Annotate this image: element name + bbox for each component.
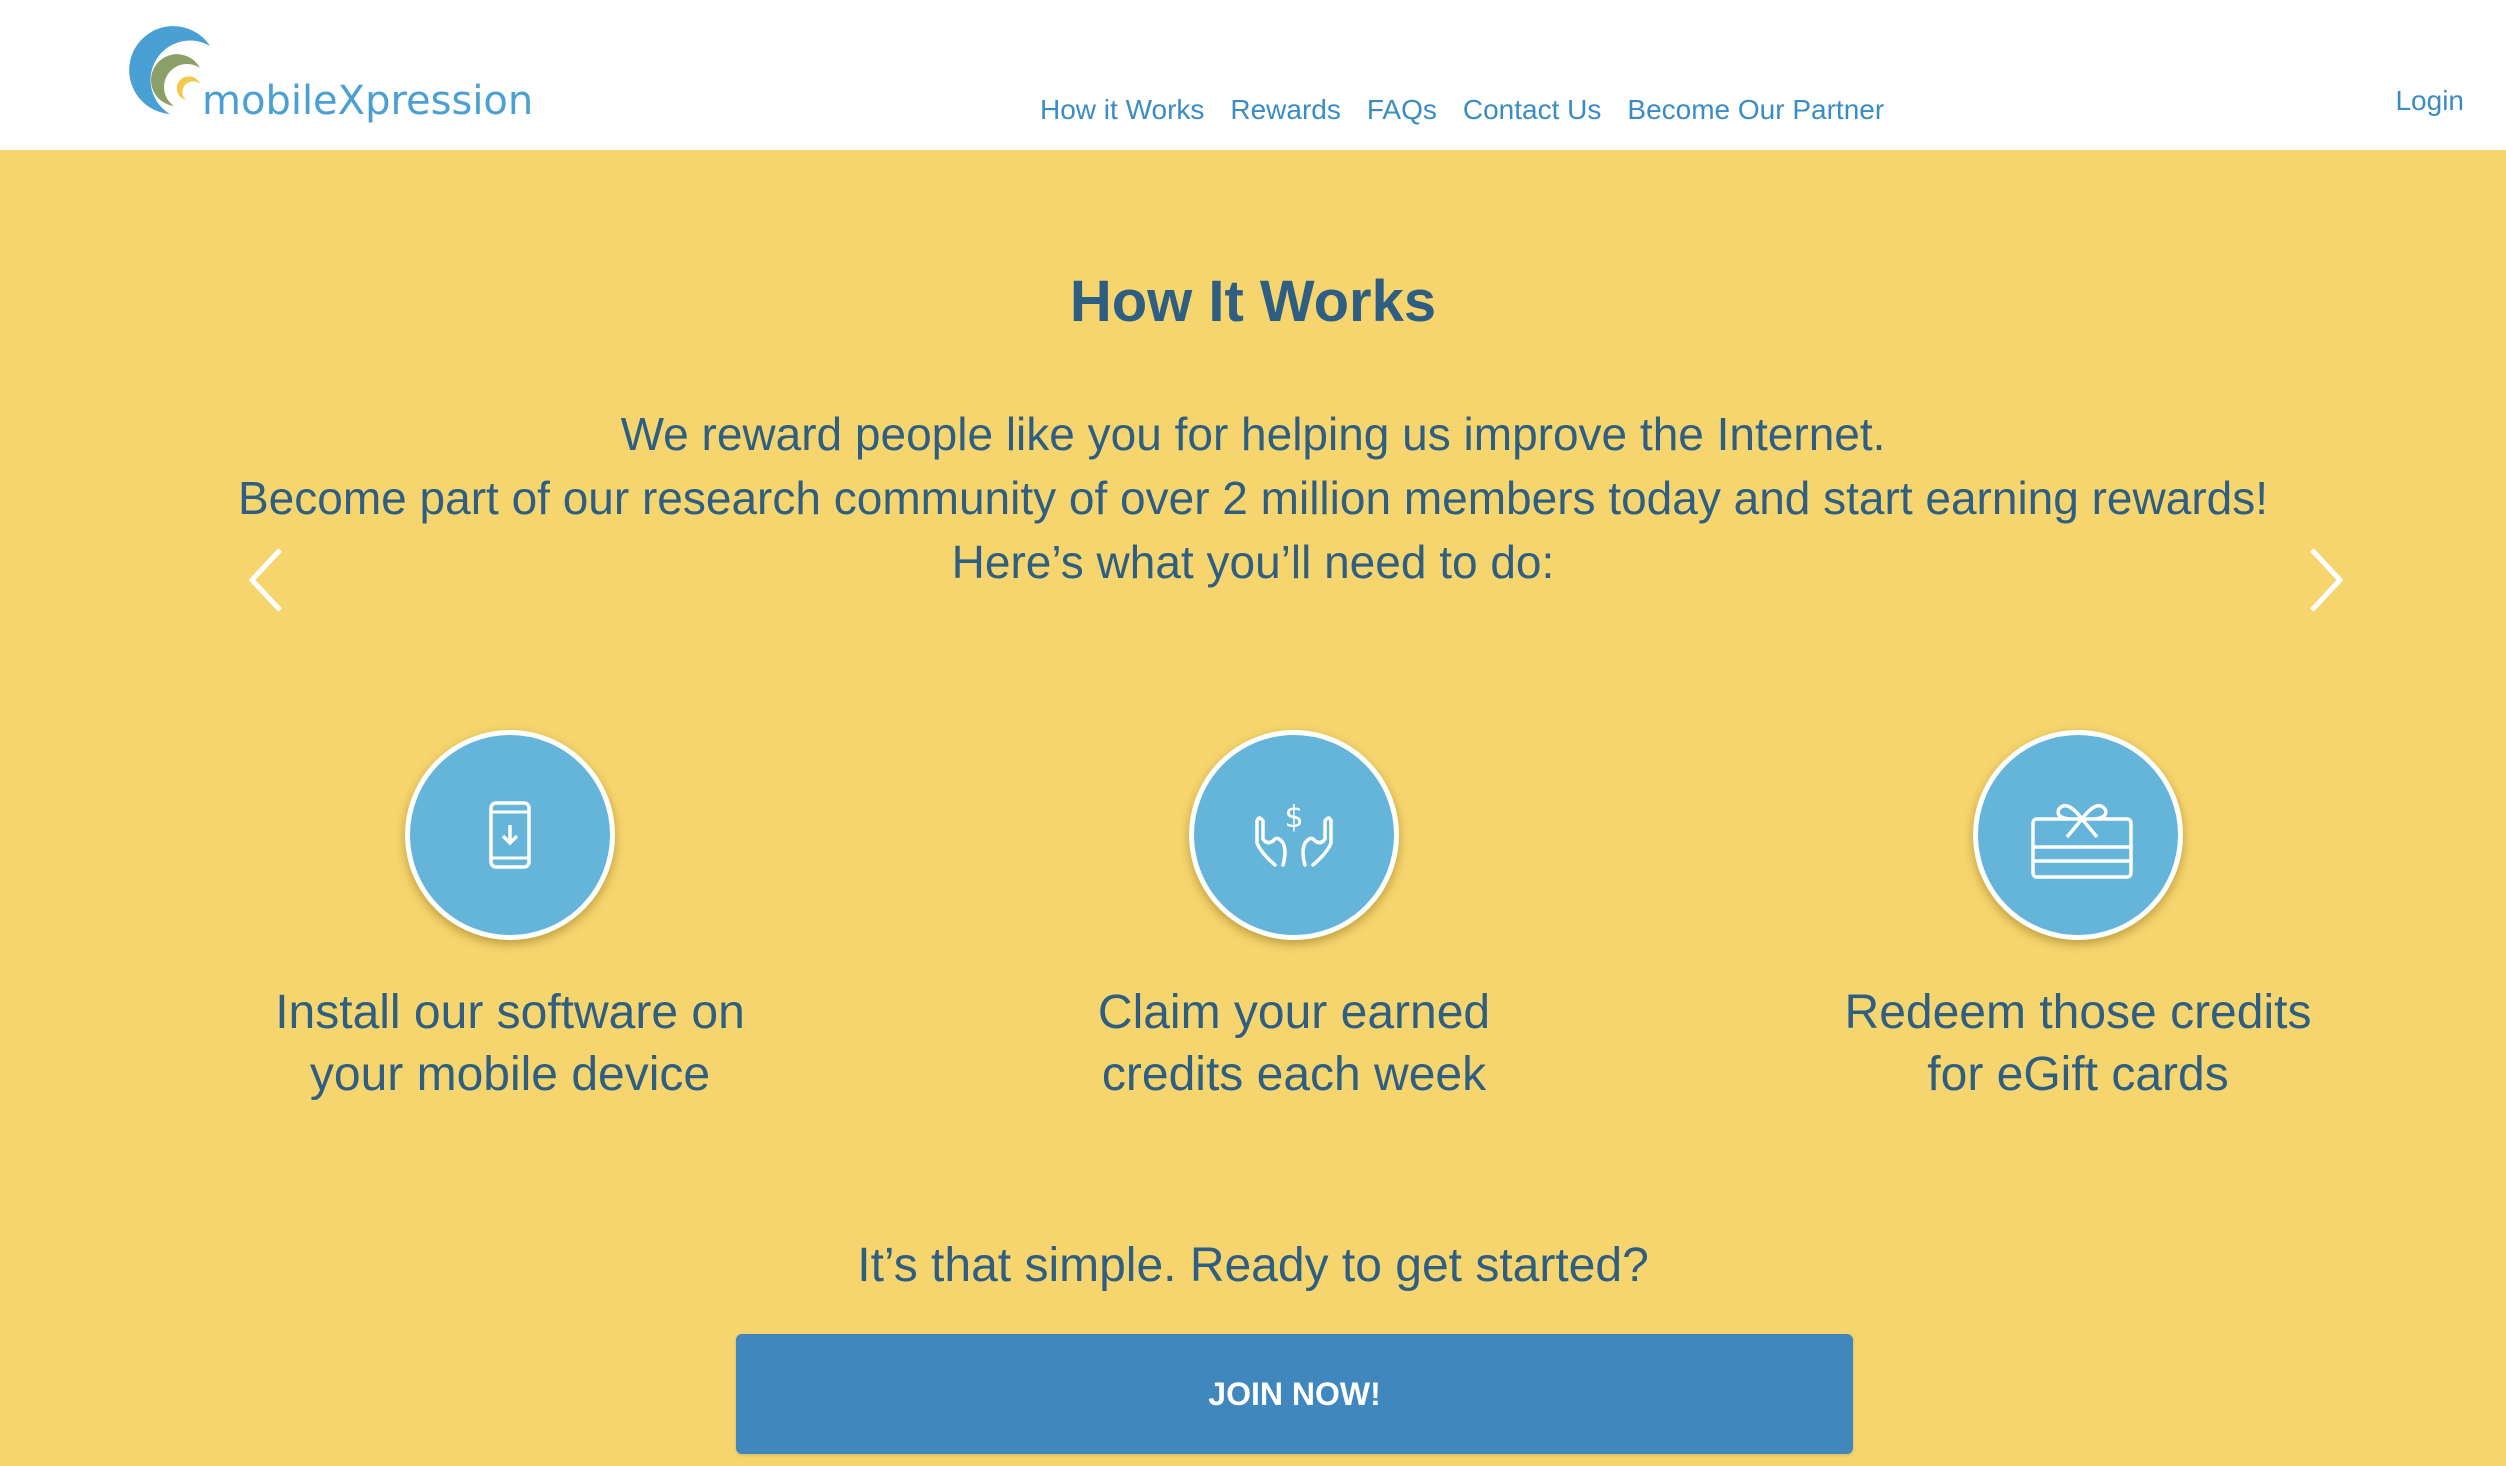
step-label-line: Claim your earned [1097,986,1491,1039]
carousel-next-button[interactable] [2300,545,2350,615]
nav-rewards[interactable]: Rewards [1230,94,1340,126]
carousel-prev-button[interactable] [242,545,292,615]
step-icon-circle [1973,730,2183,940]
step-label: Redeem those credits for eGift cards [1728,982,2428,1106]
hands-dollar-icon: $ [1255,800,1333,867]
intro-line: Become part of our research community of… [238,472,2268,524]
step-item: $ Claim your earned credits each week [944,730,1644,1106]
main-nav: How it Works Rewards FAQs Contact Us Bec… [1040,94,1884,126]
intro-line: We reward people like you for helping us… [620,408,1886,460]
step-label: Install our software on your mobile devi… [160,982,860,1106]
logo-text: mobileXpression [202,78,534,124]
svg-text:$: $ [1284,800,1303,835]
intro-text: We reward people like you for helping us… [0,402,2506,594]
step-label-line: Install our software on [275,986,745,1039]
step-label-line: Redeem those credits [1844,986,2312,1039]
chevron-right-icon [2310,548,2344,612]
step-label-line: your mobile device [309,1048,711,1101]
cta-text: It’s that simple. Ready to get started? [857,1239,1649,1292]
intro-line: Here’s what you’ll need to do: [951,536,1555,588]
step-icon-circle [405,730,615,940]
nav-how-it-works[interactable]: How it Works [1040,94,1204,126]
nav-faqs[interactable]: FAQs [1367,94,1437,126]
step-item: Install our software on your mobile devi… [160,730,860,1106]
login-link[interactable]: Login [2395,85,2464,117]
mobile-download-icon [489,801,531,869]
step-label-line: credits each week [1101,1048,1487,1101]
join-now-button[interactable]: JOIN NOW! [736,1334,1853,1454]
gift-card-icon [2031,803,2133,879]
step-icon-circle: $ [1189,730,1399,940]
step-item: Redeem those credits for eGift cards [1728,730,2428,1106]
nav-contact-us[interactable]: Contact Us [1463,94,1602,126]
nav-become-our-partner[interactable]: Become Our Partner [1627,94,1884,126]
chevron-left-icon [248,548,282,612]
step-label-line: for eGift cards [1927,1048,2229,1101]
how-it-works-section: How It Works We reward people like you f… [0,150,2506,1466]
logo[interactable]: mobileXpression [122,16,542,136]
step-label: Claim your earned credits each week [944,982,1644,1106]
page-title: How It Works [1069,269,1437,334]
site-header: mobileXpression How it Works Rewards FAQ… [0,0,2506,150]
